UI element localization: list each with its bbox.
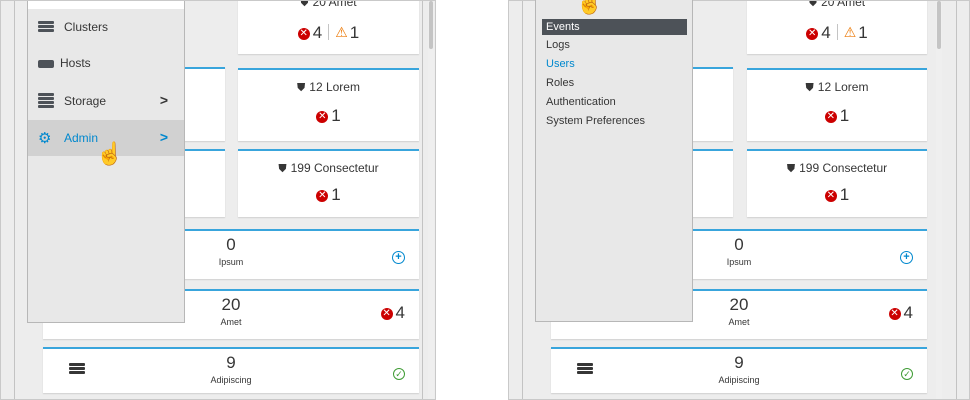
nav-item-label: Clusters — [64, 20, 109, 34]
nav-item-hosts[interactable]: Hosts — [28, 45, 184, 81]
error-circle-icon: ✕ — [380, 308, 393, 320]
error-circle-icon: ✕ — [888, 308, 901, 320]
shield-icon: ⛊ — [808, 0, 818, 9]
scrollbar[interactable] — [936, 1, 942, 399]
gear-icon: ⚙ — [38, 130, 52, 147]
scrollbar-thumb[interactable] — [937, 1, 941, 49]
card-adipiscing[interactable]: 9 Adipiscing ✓ — [43, 347, 419, 393]
error-circle-icon: ✕ — [824, 190, 837, 202]
card-amet-title: ⛊ 20 Amet — [747, 0, 927, 10]
menu-item-logs[interactable]: Logs — [542, 37, 687, 53]
panel-left-border — [522, 1, 523, 399]
card-consectetur-status: ✕ 1 — [316, 185, 341, 204]
shield-icon: ⛊ — [278, 163, 287, 175]
hosts-icon — [38, 60, 54, 68]
nav-item-label: Hosts — [60, 56, 91, 70]
ok-icon: ✓ — [901, 362, 913, 382]
nav-item-clusters[interactable]: Clusters — [28, 9, 184, 45]
card-lorem-status: ✕ 1 — [824, 106, 850, 125]
card-lorem-title: ⛊ 12 Lorem — [805, 80, 869, 94]
chevron-right-icon: > — [159, 92, 168, 108]
card-amet-status: ✕ 4 ⚠ 1 — [806, 23, 868, 42]
add-icon[interactable]: + — [392, 245, 405, 265]
card-consectetur[interactable]: ⛊ 199 Consectetur ✕ 1 — [238, 149, 419, 217]
warning-triangle-icon: ⚠ — [843, 24, 857, 40]
card-lorem-title: ⛊ 12 Lorem — [297, 80, 360, 94]
nav-item-storage[interactable]: Storage > — [28, 83, 184, 119]
card-amet[interactable]: ⛊ 20 Amet ✕ 4 ⚠ 1 — [238, 0, 419, 54]
card-adipiscing-label: Adipiscing — [718, 375, 760, 385]
clusters-icon — [38, 21, 54, 33]
card-amet-wide-status: ✕ 4 — [888, 303, 913, 322]
shield-icon: ⛊ — [786, 163, 796, 175]
shield-icon: ⛊ — [805, 82, 814, 94]
scrollbar[interactable] — [428, 1, 434, 399]
error-circle-icon: ✕ — [297, 28, 310, 40]
card-lorem[interactable]: ⛊ 12 Lorem ✕ 1 — [747, 68, 927, 141]
scrollbar-thumb[interactable] — [429, 1, 433, 49]
left-screenshot-panel: ⛊ 20 Amet ✕ 4 ⚠ 1 ⛊ 12 Lorem ✕ 1 ⛊ 199 Consecte… — [0, 0, 436, 400]
error-circle-icon: ✕ — [806, 28, 819, 40]
shield-icon: ⛊ — [297, 82, 306, 94]
hand-pointer-icon: ☝ — [96, 141, 124, 166]
card-consectetur-title: ⛊ 199 Consectetur — [278, 161, 379, 175]
shield-icon: ⛊ — [300, 0, 309, 9]
card-amet-title: ⛊ 20 Amet — [238, 0, 419, 10]
panel-right-border — [422, 1, 423, 399]
card-consectetur-status: ✕ 1 — [824, 185, 850, 204]
panel-right-border — [956, 1, 957, 399]
card-amet-status: ✕ 4 ⚠ 1 — [297, 23, 360, 42]
menu-item-roles[interactable]: Roles — [542, 75, 687, 91]
card-adipiscing-count: 9 — [734, 353, 744, 372]
panel-left-border — [14, 1, 15, 399]
error-circle-icon: ✕ — [824, 111, 837, 123]
card-amet[interactable]: ⛊ 20 Amet ✕ 4 ⚠ 1 — [747, 0, 927, 54]
error-circle-icon: ✕ — [316, 111, 329, 123]
card-consectetur[interactable]: ⛊ 199 Consectetur ✕ 1 — [747, 149, 927, 217]
card-adipiscing-count: 9 — [226, 353, 236, 372]
warning-triangle-icon: ⚠ — [335, 24, 348, 40]
add-icon[interactable]: + — [900, 245, 913, 265]
menu-item-authentication[interactable]: Authentication — [542, 94, 687, 110]
card-consectetur-title: ⛊ 199 Consectetur — [786, 161, 888, 175]
card-amet-wide-status: ✕ 4 — [380, 303, 405, 322]
storage-icon — [38, 93, 54, 108]
card-adipiscing[interactable]: 9 Adipiscing ✓ — [551, 347, 927, 393]
nav-item-label: Storage — [64, 94, 107, 108]
admin-secondary-menu: ☝ Events Logs Users Roles Authentication… — [535, 0, 693, 322]
menu-item-users[interactable]: Users — [542, 56, 687, 72]
vertical-nav: Clusters Hosts Storage > ⚙ Admin > ☝ — [27, 1, 185, 323]
chevron-right-icon: > — [159, 129, 168, 145]
hand-pointer-icon: ☝ — [576, 0, 604, 15]
nav-item-label: Admin — [64, 131, 99, 145]
ok-icon: ✓ — [393, 362, 405, 382]
card-lorem-status: ✕ 1 — [316, 106, 341, 125]
card-lorem[interactable]: ⛊ 12 Lorem ✕ 1 — [238, 68, 419, 141]
nav-top-strip — [28, 1, 184, 9]
error-circle-icon: ✕ — [316, 190, 329, 202]
menu-item-system-preferences[interactable]: System Preferences — [542, 113, 687, 129]
card-adipiscing-label: Adipiscing — [210, 375, 252, 385]
menu-item-events[interactable]: Events — [542, 19, 687, 35]
